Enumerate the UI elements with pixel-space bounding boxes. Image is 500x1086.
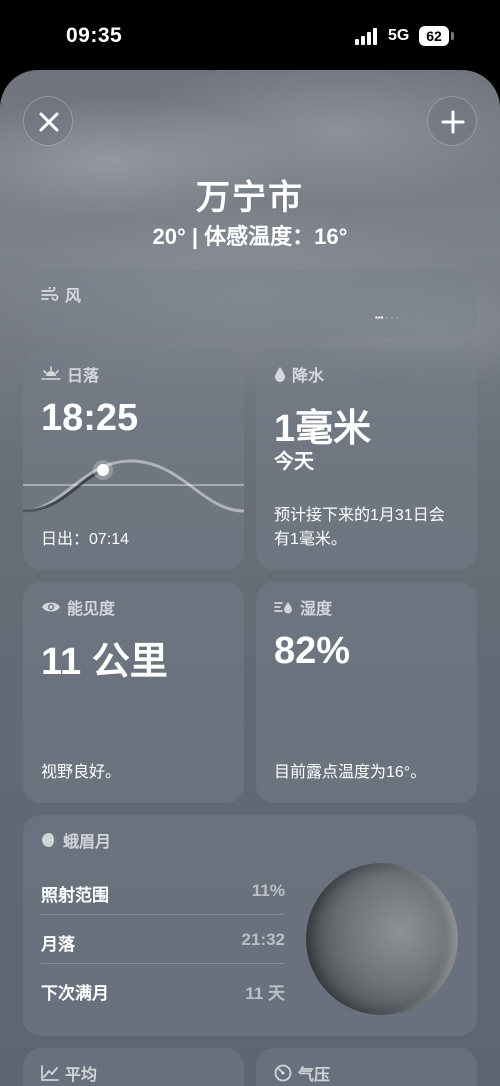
- moon-header: 蛾眉月: [41, 828, 111, 852]
- humidity-note: 目前露点温度为16°。: [274, 764, 427, 781]
- precipitation-amount: 1毫米: [274, 408, 372, 450]
- sunset-icon: [41, 366, 61, 380]
- temperature-line: 20° | 体感温度：16°: [152, 224, 348, 249]
- visibility-value: 11 公里: [41, 641, 168, 683]
- humidity-title: 湿度: [300, 601, 333, 618]
- sunset-time: 18:25: [41, 397, 139, 439]
- humidity-icon: [274, 602, 292, 614]
- city-name: 万宁市: [196, 179, 304, 217]
- wind-card[interactable]: 风 ▪▪▪ · · ·: [23, 269, 477, 337]
- precipitation-title: 降水: [292, 368, 325, 385]
- humidity-value: 82%: [274, 630, 351, 672]
- drop-icon: [275, 367, 285, 382]
- signal-icon: [355, 28, 381, 45]
- moon-row: 月落 21:32: [41, 915, 285, 964]
- battery-tip: [451, 32, 454, 40]
- precipitation-header: 降水: [274, 362, 324, 386]
- precipitation-period: 今天: [274, 451, 314, 473]
- humidity-card[interactable]: 湿度 82% 目前露点温度为16°。: [256, 582, 477, 803]
- humidity-header: 湿度: [274, 595, 332, 619]
- sunset-header: 日落: [41, 362, 99, 386]
- add-button[interactable]: [427, 96, 477, 146]
- weather-sheet: 万宁市 20° | 体感温度：16° 风 ▪▪▪ · · · 日落 18:25: [0, 70, 500, 1086]
- pressure-header: 气压: [274, 1061, 330, 1085]
- average-header: 平均: [41, 1061, 97, 1085]
- sunset-title: 日落: [67, 368, 100, 385]
- wind-title: 风: [65, 288, 82, 305]
- moon-row-label: 照射范围: [41, 886, 109, 905]
- moon-row: 照射范围 11%: [41, 866, 285, 915]
- pressure-title: 气压: [298, 1067, 331, 1084]
- status-bar: 09:35 5G 62: [0, 0, 500, 70]
- moon-row-label: 月落: [41, 935, 75, 954]
- visibility-title: 能见度: [67, 601, 116, 618]
- gauge-icon: [274, 1064, 292, 1082]
- status-time: 09:35: [66, 24, 123, 47]
- average-title: 平均: [65, 1067, 98, 1084]
- eye-icon: [42, 602, 60, 612]
- moon-card[interactable]: 蛾眉月 照射范围 11% 月落 21:32 下次满月 11 天: [23, 815, 477, 1036]
- moon-row-value: 11 天: [245, 984, 285, 1003]
- wind-header: 风: [41, 282, 81, 306]
- close-icon: [39, 112, 59, 132]
- moon-row: 下次满月 11 天: [41, 964, 285, 1013]
- visibility-card[interactable]: 能见度 11 公里 视野良好。: [23, 582, 244, 803]
- battery-icon: 62: [419, 26, 449, 46]
- wind-icon: [41, 287, 59, 301]
- plus-icon: [441, 110, 465, 134]
- close-button[interactable]: [23, 96, 73, 146]
- precipitation-note: 预计接下来的1月31日会有1毫米。: [274, 507, 445, 548]
- moon-image: [306, 863, 458, 1015]
- pressure-card[interactable]: 气压: [256, 1048, 477, 1086]
- precipitation-card[interactable]: 降水 1毫米 今天 预计接下来的1月31日会有1毫米。: [256, 349, 477, 570]
- moon-row-label: 下次满月: [41, 984, 109, 1003]
- visibility-note: 视野良好。: [41, 764, 122, 781]
- visibility-header: 能见度: [41, 595, 115, 619]
- moon-title: 蛾眉月: [63, 834, 112, 851]
- moon-crescent-light: [306, 863, 458, 1015]
- moon-phase-icon: [42, 833, 56, 847]
- moon-row-value: 21:32: [241, 930, 285, 949]
- moon-row-value: 11%: [251, 881, 285, 900]
- average-card[interactable]: 平均: [23, 1048, 244, 1086]
- network-type: 5G: [388, 27, 410, 44]
- sunset-card[interactable]: 日落 18:25 日出：07:14: [23, 349, 244, 570]
- chart-line-icon: [41, 1065, 59, 1081]
- sunrise-time: 日出：07:14: [41, 531, 130, 548]
- sun-path-graph: [23, 459, 244, 513]
- wind-placeholder: ▪▪▪ · · ·: [375, 313, 399, 322]
